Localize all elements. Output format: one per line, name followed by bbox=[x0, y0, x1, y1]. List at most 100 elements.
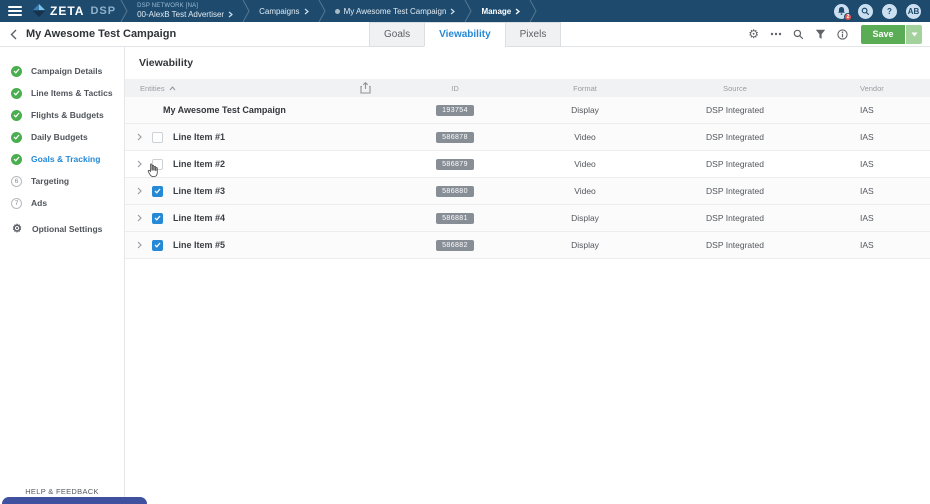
source-cell: DSP Integrated bbox=[655, 213, 815, 223]
id-badge: 586878 bbox=[436, 132, 474, 143]
notifications-button[interactable]: 2 bbox=[834, 4, 849, 19]
sidebar-item-ads[interactable]: 7 Ads bbox=[0, 192, 124, 214]
row-checkbox-unchecked[interactable] bbox=[152, 132, 163, 143]
id-cell: 586880 bbox=[395, 185, 515, 197]
entity-name: Line Item #1 bbox=[173, 132, 225, 142]
advertiser-label: 00-AlexB Test Advertiser bbox=[137, 10, 224, 19]
zeta-dsp-logo[interactable]: ZETA DSP bbox=[32, 4, 116, 18]
save-dropdown-button[interactable] bbox=[906, 25, 922, 44]
search-icon bbox=[793, 29, 804, 40]
sidebar-item-goals-tracking[interactable]: Goals & Tracking bbox=[0, 148, 124, 170]
row-checkbox-unchecked[interactable] bbox=[152, 159, 163, 170]
source-cell: DSP Integrated bbox=[655, 186, 815, 196]
avatar[interactable]: AB bbox=[906, 4, 921, 19]
save-button[interactable]: Save bbox=[861, 25, 905, 44]
column-id[interactable]: ID bbox=[395, 84, 515, 93]
table-row-line-item-1[interactable]: Line Item #1 586878 Video DSP Integrated… bbox=[125, 124, 930, 151]
search-icon bbox=[861, 7, 870, 16]
page-title: My Awesome Test Campaign bbox=[26, 28, 176, 40]
row-checkbox-checked[interactable] bbox=[152, 186, 163, 197]
breadcrumb-separator bbox=[120, 0, 128, 22]
vendor-cell: IAS bbox=[815, 213, 930, 223]
sidebar-item-label: Campaign Details bbox=[31, 66, 102, 76]
tab-pixels[interactable]: Pixels bbox=[505, 22, 562, 47]
content-area: Campaign Details Line Items & Tactics Fl… bbox=[0, 47, 930, 503]
settings-gear-button[interactable]: ⚙ bbox=[748, 28, 759, 40]
campaign-label: My Awesome Test Campaign bbox=[344, 7, 447, 16]
more-options-button[interactable] bbox=[770, 32, 782, 36]
breadcrumb-campaign[interactable]: My Awesome Test Campaign bbox=[326, 0, 465, 22]
format-cell: Display bbox=[515, 240, 655, 250]
table-row-line-item-5[interactable]: Line Item #5 586882 Display DSP Integrat… bbox=[125, 232, 930, 259]
entity-name: Line Item #2 bbox=[173, 159, 225, 169]
table-row-line-item-2[interactable]: Line Item #2 586879 Video DSP Integrated… bbox=[125, 151, 930, 178]
sidebar-item-line-items-tactics[interactable]: Line Items & Tactics bbox=[0, 82, 124, 104]
table-row-line-item-3[interactable]: Line Item #3 586880 Video DSP Integrated… bbox=[125, 178, 930, 205]
filter-button[interactable] bbox=[815, 29, 826, 40]
help-button[interactable]: ? bbox=[882, 4, 897, 19]
breadcrumb-manage[interactable]: Manage bbox=[472, 0, 529, 22]
app-window: ZETA DSP DSP NETWORK [NA] 00-AlexB Test … bbox=[0, 0, 930, 504]
breadcrumb-advertiser[interactable]: DSP NETWORK [NA] 00-AlexB Test Advertise… bbox=[128, 0, 242, 22]
id-cell: 586881 bbox=[395, 212, 515, 224]
info-button[interactable] bbox=[837, 29, 848, 40]
source-cell: DSP Integrated bbox=[655, 132, 815, 142]
tab-goals[interactable]: Goals bbox=[369, 22, 425, 47]
row-checkbox-checked[interactable] bbox=[152, 213, 163, 224]
global-search-button[interactable] bbox=[858, 4, 873, 19]
format-cell: Video bbox=[515, 159, 655, 169]
check-icon bbox=[154, 215, 161, 221]
format-cell: Display bbox=[515, 213, 655, 223]
share-export-icon bbox=[360, 82, 371, 94]
zeta-logo-mark-icon bbox=[32, 4, 46, 18]
viewability-table: Entities ID Format Source Vendor bbox=[125, 79, 930, 259]
entity-name: Line Item #4 bbox=[173, 213, 225, 223]
column-status[interactable] bbox=[335, 82, 395, 94]
column-source[interactable]: Source bbox=[655, 84, 815, 93]
campaigns-label: Campaigns bbox=[259, 7, 299, 16]
step-number-badge: 6 bbox=[11, 176, 22, 187]
sidebar-item-daily-budgets[interactable]: Daily Budgets bbox=[0, 126, 124, 148]
expand-chevron-icon[interactable] bbox=[137, 160, 142, 168]
question-mark-icon: ? bbox=[887, 7, 892, 16]
breadcrumb-separator bbox=[464, 0, 472, 22]
column-entities[interactable]: Entities bbox=[125, 84, 335, 93]
entity-name: Line Item #3 bbox=[173, 186, 225, 196]
chevron-right-icon bbox=[515, 8, 520, 15]
tab-viewability[interactable]: Viewability bbox=[424, 22, 506, 47]
bottom-overlay-pill[interactable] bbox=[2, 497, 147, 504]
expand-chevron-icon[interactable] bbox=[137, 133, 142, 141]
table-row-line-item-4[interactable]: Line Item #4 586881 Display DSP Integrat… bbox=[125, 205, 930, 232]
check-circle-icon bbox=[11, 66, 22, 77]
back-button[interactable] bbox=[10, 29, 17, 40]
check-icon bbox=[154, 242, 161, 248]
id-cell: 586879 bbox=[395, 158, 515, 170]
sidebar-item-flights-budgets[interactable]: Flights & Budgets bbox=[0, 104, 124, 126]
expand-chevron-icon[interactable] bbox=[137, 214, 142, 222]
row-checkbox-checked[interactable] bbox=[152, 240, 163, 251]
column-label: Entities bbox=[140, 84, 165, 93]
sidebar-item-targeting[interactable]: 6 Targeting bbox=[0, 170, 124, 192]
help-feedback-link[interactable]: HELP & FEEDBACK bbox=[0, 487, 124, 496]
id-badge: 586880 bbox=[436, 186, 474, 197]
expand-chevron-icon[interactable] bbox=[137, 241, 142, 249]
page-header: My Awesome Test Campaign Goals Viewabili… bbox=[0, 22, 930, 47]
hamburger-menu-icon[interactable] bbox=[8, 6, 22, 16]
sidebar-item-campaign-details[interactable]: Campaign Details bbox=[0, 60, 124, 82]
source-cell: DSP Integrated bbox=[655, 105, 815, 115]
sidebar-item-optional-settings[interactable]: ⚙ Optional Settings bbox=[0, 218, 124, 240]
column-vendor[interactable]: Vendor bbox=[815, 84, 930, 93]
vendor-cell: IAS bbox=[815, 105, 930, 115]
id-badge: 586882 bbox=[436, 240, 474, 251]
chevron-left-icon bbox=[10, 29, 17, 40]
info-icon bbox=[837, 29, 848, 40]
save-split-button: Save bbox=[861, 25, 922, 44]
table-row-campaign[interactable]: My Awesome Test Campaign 193754 Display … bbox=[125, 97, 930, 124]
expand-chevron-icon[interactable] bbox=[137, 187, 142, 195]
table-search-button[interactable] bbox=[793, 29, 804, 40]
column-format[interactable]: Format bbox=[515, 84, 655, 93]
sidebar-item-label: Ads bbox=[31, 198, 47, 208]
top-navbar: ZETA DSP DSP NETWORK [NA] 00-AlexB Test … bbox=[0, 0, 930, 22]
id-cell: 586882 bbox=[395, 239, 515, 251]
breadcrumb-campaigns[interactable]: Campaigns bbox=[250, 0, 317, 22]
